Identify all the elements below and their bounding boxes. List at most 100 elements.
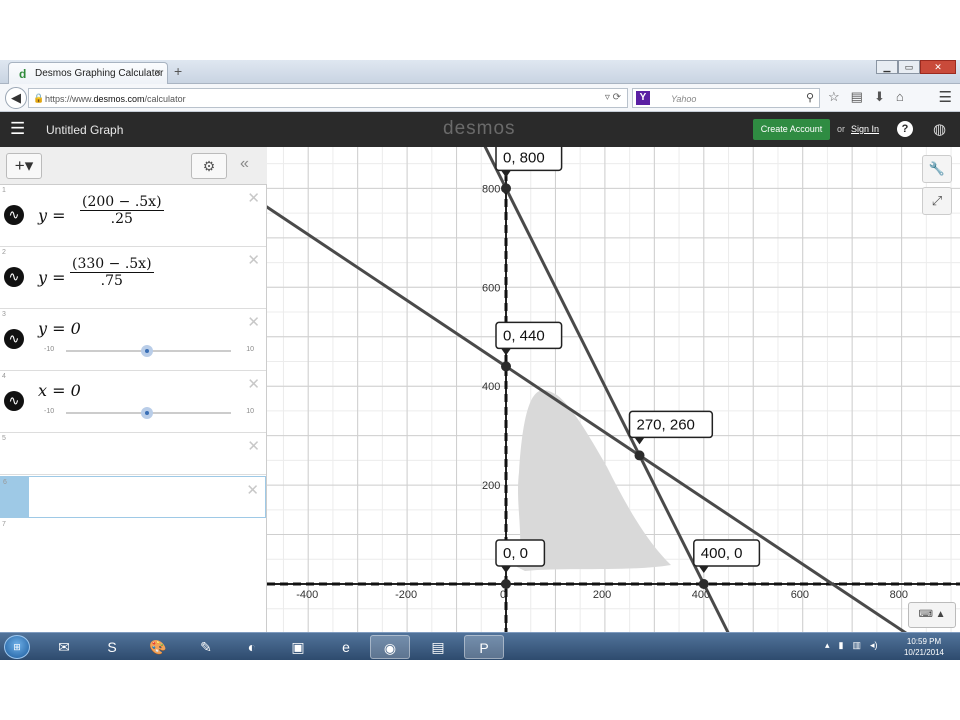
help-button[interactable]: ? (897, 121, 913, 137)
clock-date: 10/21/2014 (903, 648, 945, 657)
intersection-point[interactable] (698, 579, 709, 589)
reload-icon[interactable]: ▿ ⟳ (605, 92, 621, 103)
paint-icon[interactable]: 🎨 (138, 635, 178, 659)
intersection-point[interactable] (634, 450, 645, 461)
keypad-toggle-button[interactable]: ⌨ ▲ (908, 602, 956, 628)
bookmark-star-icon[interactable]: ☆ (828, 89, 840, 105)
delete-expression-icon[interactable]: ✕ (246, 481, 259, 499)
bookmarks-icon[interactable]: ▤ (851, 89, 863, 105)
powerpoint-icon[interactable]: P (464, 635, 504, 659)
slider-knob[interactable] (141, 345, 153, 357)
tray-expand-icon[interactable]: ▴ (825, 640, 830, 651)
slider-max: 10 (246, 346, 254, 353)
delete-expression-icon[interactable]: ✕ (247, 437, 260, 455)
expression-row-6[interactable]: 6 ✕ (0, 476, 266, 518)
delete-expression-icon[interactable]: ✕ (247, 313, 260, 331)
start-button[interactable]: ⊞ (4, 635, 30, 659)
clock[interactable]: 10:59 PM 10/21/2014 (896, 636, 952, 658)
fraction-numerator: (200 − .5x) (80, 194, 164, 211)
add-expression-button[interactable]: +▾ (6, 153, 42, 179)
browser-tab[interactable]: d Desmos Graphing Calculator × (8, 62, 168, 84)
or-text: or (837, 124, 846, 134)
hamburger-menu-icon[interactable]: ☰ (10, 119, 25, 139)
point-label-text: 400, 0 (701, 545, 743, 562)
graph-line-icon[interactable]: ∿ (4, 391, 24, 411)
delete-expression-icon[interactable]: ✕ (247, 375, 260, 393)
downloads-icon[interactable]: ⬇ (874, 89, 885, 105)
expression-number: 4 (2, 373, 6, 380)
internet-explorer-icon[interactable]: e (326, 635, 366, 659)
delete-expression-icon[interactable]: ✕ (247, 251, 260, 269)
media-app-icon[interactable]: ▣ (278, 635, 318, 659)
expression-number: 2 (2, 249, 6, 256)
slider-knob[interactable] (141, 407, 153, 419)
fullscreen-icon[interactable]: ⤢ (922, 187, 952, 215)
expression-row-4[interactable]: 4 ∿ x = 0 -10 10 ✕ (0, 371, 266, 433)
network-icon[interactable]: ▥ (852, 640, 861, 651)
file-explorer-icon[interactable]: ▤ (418, 635, 458, 659)
browser-menu-icon[interactable]: ☰ (939, 88, 952, 106)
expression-lhs: y = (38, 206, 66, 225)
expression-lhs: y = (38, 268, 66, 287)
desmos-header: ☰ Untitled Graph desmos Create Account o… (0, 112, 960, 147)
expression-text: x = 0 (38, 381, 81, 400)
expression-row-2[interactable]: 2 ∿ y = (330 − .5x) .75 ✕ (0, 247, 266, 309)
sign-in-link[interactable]: Sign In (851, 124, 879, 134)
language-globe-icon[interactable]: ◍ (933, 120, 946, 138)
delete-expression-icon[interactable]: ✕ (247, 189, 260, 207)
graph-canvas[interactable]: -400 -200 0 200 400 600 800 200 400 600 800 0, 800 0… (267, 147, 960, 632)
point-label-text: 0, 440 (503, 327, 545, 344)
browser-toolbar: ☆ ▤ ⬇ ⌂ (828, 89, 904, 105)
firefox-icon[interactable]: ◉ (370, 635, 410, 659)
thunderbird-icon[interactable]: ✉ (44, 635, 84, 659)
window-controls: ▁ ▭ ✕ (876, 60, 956, 76)
search-placeholder: Yahoo (671, 94, 697, 104)
graph-line-icon[interactable]: ∿ (4, 205, 24, 225)
expression-row-5[interactable]: 5 ✕ (0, 433, 266, 475)
back-button[interactable]: ◀ (5, 87, 27, 109)
point-label-pointer (698, 566, 709, 573)
skype-icon[interactable]: S (92, 635, 132, 659)
graph-line-icon[interactable]: ∿ (4, 329, 24, 349)
close-window-button[interactable]: ✕ (920, 60, 956, 74)
slider[interactable]: -10 10 (44, 345, 254, 357)
search-box[interactable]: Y Yahoo ⚲ (632, 88, 820, 108)
x-tick-label: 800 (890, 589, 908, 601)
expression-row-3[interactable]: 3 ∿ y = 0 -10 10 ✕ (0, 309, 266, 371)
collapse-panel-icon[interactable]: « (240, 155, 249, 173)
graph-side-buttons: 🔧 ⤢ (922, 155, 952, 219)
navigation-bar: ◀ 🔒 https://www.desmos.com/calculator ▿ … (0, 84, 960, 112)
point-label-pointer (634, 437, 645, 445)
expression-row-7[interactable]: 7 (0, 519, 266, 559)
maximize-button[interactable]: ▭ (898, 60, 920, 74)
desmos-logo: desmos (443, 118, 516, 139)
intersection-point[interactable] (501, 183, 511, 194)
create-account-button[interactable]: Create Account (753, 119, 830, 140)
disc-app-icon[interactable]: ◐ (232, 635, 272, 659)
minimize-button[interactable]: ▁ (876, 60, 898, 74)
y-tick-label: 200 (482, 480, 500, 492)
settings-gear-icon[interactable]: ⚙ (191, 153, 227, 179)
search-icon[interactable]: ⚲ (806, 91, 814, 104)
graph-title[interactable]: Untitled Graph (46, 123, 123, 137)
x-tick-label: -200 (395, 589, 417, 601)
tab-close-icon[interactable]: × (155, 67, 161, 79)
address-bar[interactable]: 🔒 https://www.desmos.com/calculator ▿ ⟳ (28, 88, 628, 108)
intersection-point[interactable] (501, 361, 511, 372)
expression-number: 3 (2, 311, 6, 318)
drawing-app-icon[interactable]: ✎ (186, 635, 226, 659)
expression-row-1[interactable]: 1 ∿ y = (200 − .5x) .25 ✕ (0, 185, 266, 247)
volume-icon[interactable]: ◂) (870, 640, 878, 651)
slider[interactable]: -10 10 (44, 407, 254, 419)
new-tab-button[interactable]: + (174, 63, 182, 79)
expression-text: y = 0 (38, 319, 81, 338)
wrench-icon[interactable]: 🔧 (922, 155, 952, 183)
graph-line-icon[interactable]: ∿ (4, 267, 24, 287)
expression-number: 7 (2, 521, 6, 528)
intersection-point[interactable] (501, 579, 511, 589)
home-icon[interactable]: ⌂ (896, 89, 904, 105)
expression-panel: +▾ ⚙ « 1 ∿ y = (200 − .5x) .25 ✕ 2 ∿ y =… (0, 147, 267, 632)
tray-app-icon[interactable]: ▮ (839, 640, 844, 651)
clock-time: 10:59 PM (906, 637, 942, 646)
graph-svg[interactable]: -400 -200 0 200 400 600 800 200 400 600 800 0, 800 0… (267, 147, 960, 632)
